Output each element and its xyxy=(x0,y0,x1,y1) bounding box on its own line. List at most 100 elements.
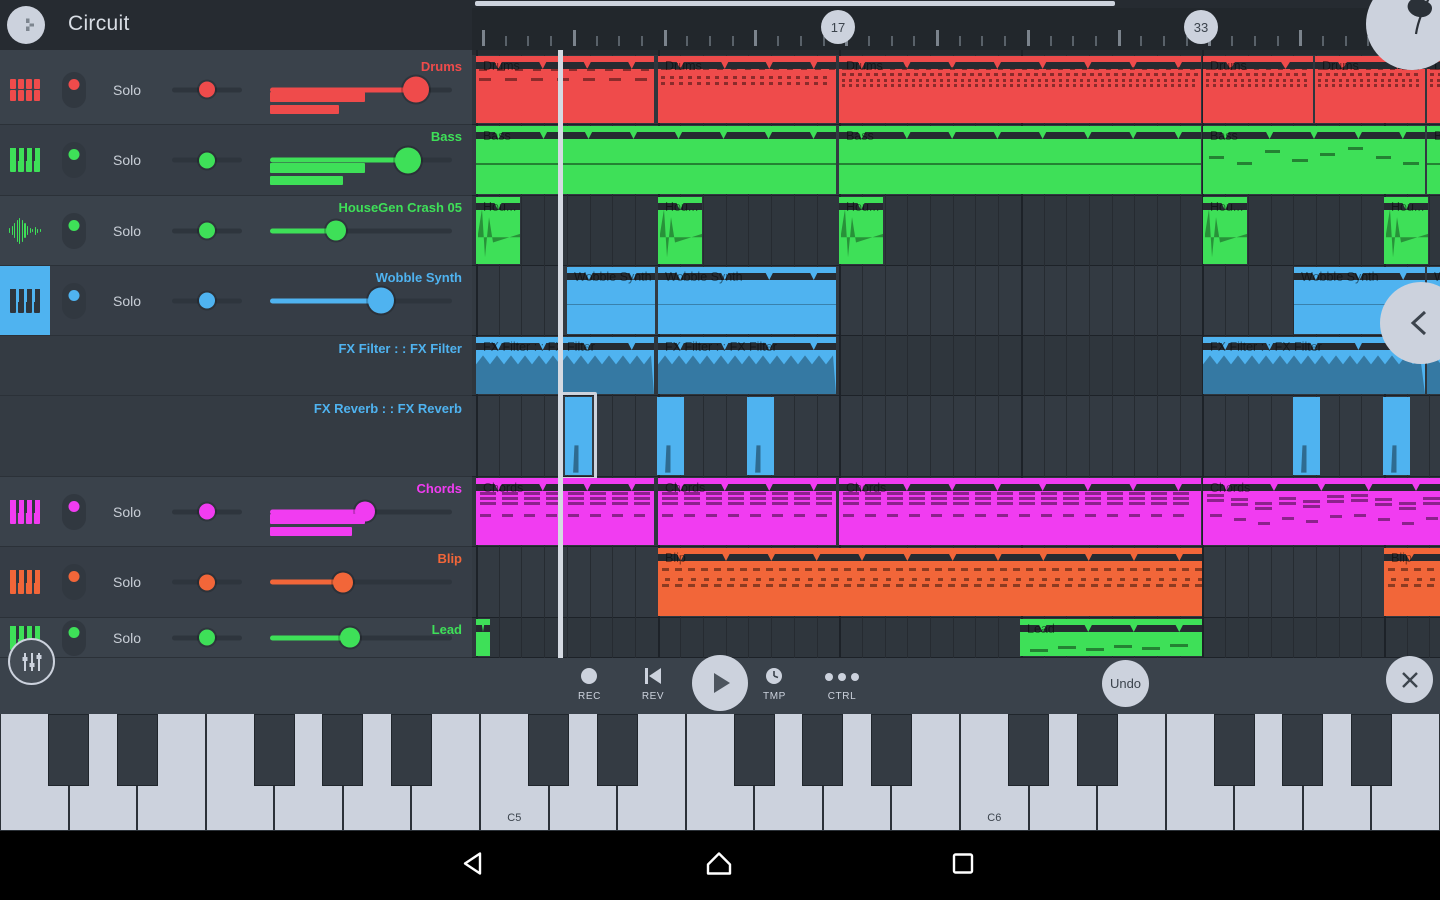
track-row-wobble-synth[interactable]: Solo Wobble Synth xyxy=(0,266,472,336)
volume-knob[interactable] xyxy=(332,572,353,592)
pan-slider[interactable] xyxy=(172,629,242,646)
play-button[interactable] xyxy=(692,655,748,711)
pan-slider[interactable] xyxy=(172,503,242,520)
clip[interactable]: Bass xyxy=(839,126,1201,194)
solo-toggle[interactable] xyxy=(62,282,86,319)
track-select-cell[interactable] xyxy=(0,266,50,335)
clip[interactable]: Blip xyxy=(658,548,1202,616)
clip[interactable]: Chords xyxy=(658,478,836,545)
clip[interactable]: Hou... xyxy=(1203,197,1247,264)
track-row-drums[interactable]: Solo Drums xyxy=(0,55,472,125)
clip[interactable] xyxy=(476,619,490,656)
home-icon[interactable] xyxy=(702,846,736,885)
volume-slider[interactable] xyxy=(270,572,452,592)
rec-button[interactable]: REC xyxy=(578,666,601,702)
volume-knob[interactable] xyxy=(340,627,361,648)
piano-black-key[interactable] xyxy=(1008,714,1050,786)
track-row-lead[interactable]: Solo Lead xyxy=(0,618,472,658)
clip-grid[interactable]: DrumsDrumsDrumsDrumsDrumsDrumsBassBassBa… xyxy=(472,50,1440,658)
clip[interactable]: Wobble Synth xyxy=(658,267,836,334)
sequencer-panel[interactable]: 1733 DrumsDrumsDrumsDrumsDrumsDrumsBassB… xyxy=(472,0,1440,658)
recents-square-icon[interactable] xyxy=(946,846,980,885)
pan-knob[interactable] xyxy=(199,81,215,98)
track-select-cell[interactable] xyxy=(0,125,50,195)
clip-lane[interactable] xyxy=(472,196,1440,266)
pan-knob[interactable] xyxy=(199,629,215,646)
pan-slider[interactable] xyxy=(172,81,242,98)
clip[interactable]: Drums xyxy=(658,56,836,123)
ctrl-button[interactable]: CTRL xyxy=(820,666,864,702)
solo-toggle[interactable] xyxy=(62,493,86,530)
bar-marker[interactable]: 17 xyxy=(821,10,855,44)
solo-toggle[interactable] xyxy=(62,71,86,108)
track-row-fx-filter-fx-filter[interactable]: FX Filter : : FX Filter xyxy=(0,336,472,396)
clip[interactable]: Wobble Synth xyxy=(567,267,655,334)
track-row-bass[interactable]: Solo Bass xyxy=(0,125,472,196)
circuit-logo-icon[interactable] xyxy=(7,6,45,44)
pan-knob[interactable] xyxy=(199,222,215,239)
clip[interactable]: Drums xyxy=(1203,56,1313,123)
pan-slider[interactable] xyxy=(172,574,242,590)
clip-lane[interactable] xyxy=(472,618,1440,658)
pan-slider[interactable] xyxy=(172,222,242,239)
piano-keyboard[interactable]: C5 C6 xyxy=(0,714,1440,831)
clip[interactable]: Blip xyxy=(1384,548,1440,616)
bar-marker[interactable]: 33 xyxy=(1184,10,1218,44)
piano-black-key[interactable] xyxy=(1282,714,1324,786)
track-select-cell[interactable] xyxy=(0,547,50,617)
pan-knob[interactable] xyxy=(199,503,215,520)
piano-black-key[interactable] xyxy=(733,714,775,786)
pan-knob[interactable] xyxy=(199,574,215,590)
volume-slider[interactable] xyxy=(270,627,452,648)
clip[interactable] xyxy=(1293,397,1320,475)
piano-black-key[interactable] xyxy=(528,714,570,786)
volume-knob[interactable] xyxy=(325,220,346,241)
close-button[interactable] xyxy=(1386,656,1433,703)
clip[interactable] xyxy=(657,397,684,475)
clip[interactable] xyxy=(747,397,774,475)
clip[interactable]: Hou... xyxy=(1384,197,1428,264)
clip[interactable]: Drums xyxy=(476,56,654,123)
clip[interactable]: Hou... xyxy=(658,197,702,264)
tmp-button[interactable]: TMP xyxy=(763,666,786,702)
piano-black-key[interactable] xyxy=(322,714,364,786)
track-select-cell[interactable] xyxy=(0,55,50,124)
solo-toggle[interactable] xyxy=(62,619,86,656)
clip[interactable]: FX Filter : : FX Filter xyxy=(658,337,836,394)
clip[interactable]: Chords xyxy=(839,478,1201,545)
piano-black-key[interactable] xyxy=(870,714,912,786)
piano-black-key[interactable] xyxy=(1213,714,1255,786)
clip[interactable]: Lead xyxy=(1020,619,1202,656)
clip[interactable]: Chords xyxy=(476,478,654,545)
track-row-housegen-crash-05[interactable]: Solo HouseGen Crash 05 xyxy=(0,196,472,266)
volume-slider[interactable] xyxy=(270,147,452,173)
solo-toggle[interactable] xyxy=(62,212,86,249)
piano-black-key[interactable] xyxy=(48,714,90,786)
timeline-ruler[interactable]: 17 33 xyxy=(472,8,1440,50)
solo-toggle[interactable] xyxy=(62,564,86,600)
back-triangle-icon[interactable] xyxy=(458,846,492,885)
clip[interactable] xyxy=(1383,397,1410,475)
clip[interactable]: Hou... xyxy=(476,197,520,264)
piano-black-key[interactable] xyxy=(596,714,638,786)
clip[interactable]: FX Filter : : FX Filter xyxy=(476,337,654,394)
clip[interactable]: Chords xyxy=(1203,478,1440,545)
pan-slider[interactable] xyxy=(172,152,242,168)
volume-knob[interactable] xyxy=(395,147,422,173)
mixer-faders-icon[interactable] xyxy=(8,638,55,685)
rev-button[interactable]: REV xyxy=(641,666,665,702)
volume-knob[interactable] xyxy=(402,76,429,103)
volume-slider[interactable] xyxy=(270,287,452,314)
playhead[interactable] xyxy=(558,50,563,658)
track-row-fx-reverb-fx-reverb[interactable]: FX Reverb : : FX Reverb xyxy=(0,396,472,477)
track-select-cell[interactable] xyxy=(0,477,50,546)
undo-button[interactable]: Undo xyxy=(1102,660,1149,707)
volume-slider[interactable] xyxy=(270,220,452,241)
clip[interactable]: Hou... xyxy=(839,197,883,264)
piano-black-key[interactable] xyxy=(116,714,158,786)
track-row-blip[interactable]: Solo Blip xyxy=(0,547,472,618)
track-select-cell[interactable] xyxy=(0,196,50,265)
piano-black-key[interactable] xyxy=(390,714,432,786)
fl-studio-fruit-icon[interactable] xyxy=(1366,0,1440,70)
track-row-chords[interactable]: Solo Chords xyxy=(0,477,472,547)
